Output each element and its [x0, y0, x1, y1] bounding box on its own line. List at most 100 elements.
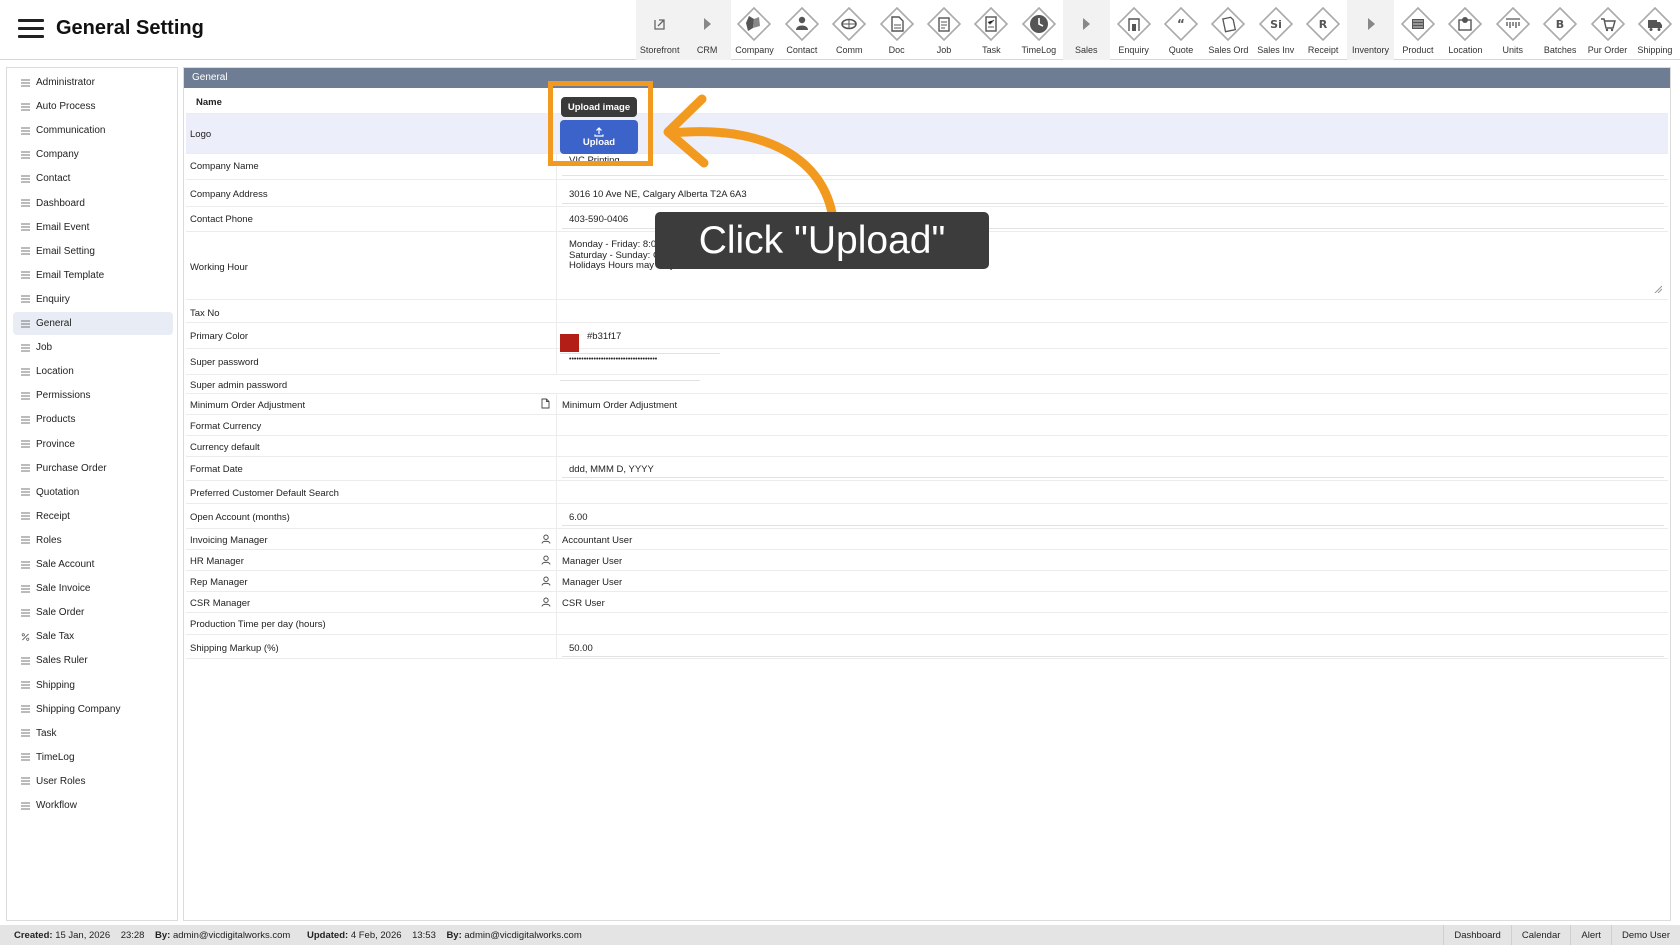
hamburger-menu-icon[interactable] [18, 19, 44, 39]
sidebar-item-products[interactable]: Products [13, 408, 173, 431]
sidebar-item-label: Auto Process [36, 101, 96, 113]
row-super-admin-password: Super admin password [186, 375, 1668, 394]
toolbar-shipping[interactable]: Shipping [1631, 0, 1678, 60]
toolbar-units[interactable]: Units [1489, 0, 1536, 60]
footer-link-alert[interactable]: Alert [1570, 925, 1611, 945]
toolbar-batches[interactable]: B Batches [1536, 0, 1583, 60]
user-icon[interactable] [541, 534, 551, 544]
sidebar-item-sale-account[interactable]: Sale Account [13, 553, 173, 576]
sidebar-item-location[interactable]: Location [13, 360, 173, 383]
sidebar-item-label: Email Setting [36, 245, 95, 257]
svg-text:B: B [1556, 18, 1564, 31]
sidebar-item-permissions[interactable]: Permissions [13, 384, 173, 407]
list-icon [21, 247, 30, 255]
footer-links: Dashboard Calendar Alert Demo User [1443, 925, 1680, 945]
toolbar-inventory[interactable]: Inventory [1346, 0, 1395, 60]
toolbar-quote[interactable]: “ Quote [1157, 0, 1204, 60]
format-date-label: Format Date [190, 464, 243, 475]
sidebar-item-timelog[interactable]: TimeLog [13, 746, 173, 769]
sidebar-item-job[interactable]: Job [13, 336, 173, 359]
super-password-field[interactable]: •••••••••••••••••••••••••••••••••••• [569, 356, 657, 363]
sidebar-item-shipping[interactable]: Shipping [13, 674, 173, 697]
sidebar-item-task[interactable]: Task [13, 722, 173, 745]
sidebar-item-province[interactable]: Province [13, 433, 173, 456]
sidebar-item-quotation[interactable]: Quotation [13, 481, 173, 504]
sidebar-item-contact[interactable]: Contact [13, 167, 173, 190]
footer-link-dashboard[interactable]: Dashboard [1443, 925, 1510, 945]
working-hour-label: Working Hour [190, 262, 248, 273]
toolbar-receipt[interactable]: R Receipt [1299, 0, 1346, 60]
rep-manager-label: Rep Manager [190, 577, 248, 588]
toolbar-timelog[interactable]: TimeLog [1015, 0, 1062, 60]
user-icon[interactable] [541, 597, 551, 607]
list-icon [21, 464, 30, 472]
sidebar-item-roles[interactable]: Roles [13, 529, 173, 552]
toolbar-sales-ord[interactable]: Sales Ord [1205, 0, 1252, 60]
toolbar-contact[interactable]: Contact [778, 0, 825, 60]
primary-color-swatch[interactable] [560, 334, 579, 352]
document-icon[interactable] [541, 398, 550, 409]
sidebar-item-receipt[interactable]: Receipt [13, 505, 173, 528]
toolbar-pur-order[interactable]: Pur Order [1584, 0, 1631, 60]
sidebar-item-sales-ruler[interactable]: Sales Ruler [13, 649, 173, 672]
open-account-field[interactable]: 6.00 [569, 512, 588, 523]
sidebar-item-label: Email Event [36, 221, 90, 233]
toolbar-label: Location [1448, 45, 1483, 55]
sidebar-item-purchase-order[interactable]: Purchase Order [13, 457, 173, 480]
top-header: General Setting Storefront CRM Company Cont… [0, 0, 1680, 60]
shipping-markup-field[interactable]: 50.00 [569, 643, 593, 654]
sidebar-item-email-setting[interactable]: Email Setting [13, 240, 173, 263]
csr-manager-value[interactable]: CSR User [562, 598, 605, 609]
toolbar-sales[interactable]: Sales [1062, 0, 1110, 60]
sidebar-item-communication[interactable]: Communication [13, 119, 173, 142]
sidebar-item-administrator[interactable]: Administrator [13, 71, 173, 94]
footer-link-calendar[interactable]: Calendar [1510, 925, 1571, 945]
location-icon [1447, 6, 1483, 44]
format-date-field[interactable]: ddd, MMM D, YYYY [569, 464, 654, 475]
rep-manager-value[interactable]: Manager User [562, 577, 622, 588]
company-name-label: Company Name [190, 161, 259, 172]
toolbar-crm[interactable]: CRM [683, 0, 731, 60]
contact-phone-field[interactable]: 403-590-0406 [569, 214, 628, 225]
toolbar-company[interactable]: Company [731, 0, 778, 60]
hr-manager-value[interactable]: Manager User [562, 556, 622, 567]
user-icon[interactable] [541, 576, 551, 586]
sidebar-item-general[interactable]: General [13, 312, 173, 335]
sidebar-item-company[interactable]: Company [13, 143, 173, 166]
sidebar-item-email-event[interactable]: Email Event [13, 216, 173, 239]
toolbar-doc[interactable]: Doc [873, 0, 920, 60]
toolbar-comm[interactable]: Comm [826, 0, 873, 60]
toolbar-product[interactable]: Product [1394, 0, 1441, 60]
sidebar-item-sale-invoice[interactable]: Sale Invoice [13, 577, 173, 600]
sidebar-item-email-template[interactable]: Email Template [13, 264, 173, 287]
toolbar-task[interactable]: Task [968, 0, 1015, 60]
currency-default-label: Currency default [190, 442, 260, 453]
sidebar-item-workflow[interactable]: Workflow [13, 794, 173, 817]
sidebar-item-enquiry[interactable]: Enquiry [13, 288, 173, 311]
sidebar-item-label: Products [36, 414, 76, 426]
toolbar-location[interactable]: Location [1442, 0, 1489, 60]
sidebar-item-sale-order[interactable]: Sale Order [13, 601, 173, 624]
toolbar-label: Comm [836, 45, 863, 55]
resize-handle-icon[interactable] [1654, 285, 1662, 293]
min-order-adjustment-value[interactable]: Minimum Order Adjustment [562, 400, 677, 411]
chevron-right-icon [1068, 6, 1104, 44]
sidebar-item-auto-process[interactable]: Auto Process [13, 95, 173, 118]
primary-color-value[interactable]: #b31f17 [587, 331, 621, 342]
user-icon[interactable] [541, 555, 551, 565]
toolbar-storefront[interactable]: Storefront [636, 0, 684, 60]
footer-link-user[interactable]: Demo User [1610, 925, 1680, 945]
list-icon [21, 561, 30, 568]
sidebar-item-sale-tax[interactable]: Sale Tax [13, 625, 173, 648]
toolbar-sales-inv[interactable]: Si Sales Inv [1252, 0, 1299, 60]
created-time: 23:28 [120, 930, 145, 941]
list-icon [21, 199, 30, 207]
sidebar-item-dashboard[interactable]: Dashboard [13, 192, 173, 215]
toolbar-job[interactable]: Job [920, 0, 967, 60]
external-link-icon [642, 6, 678, 44]
invoicing-manager-value[interactable]: Accountant User [562, 535, 632, 546]
primary-color-label: Primary Color [190, 331, 249, 342]
toolbar-enquiry[interactable]: Enquiry [1110, 0, 1157, 60]
sidebar-item-user-roles[interactable]: User Roles [13, 770, 173, 793]
sidebar-item-shipping-company[interactable]: Shipping Company [13, 698, 173, 721]
